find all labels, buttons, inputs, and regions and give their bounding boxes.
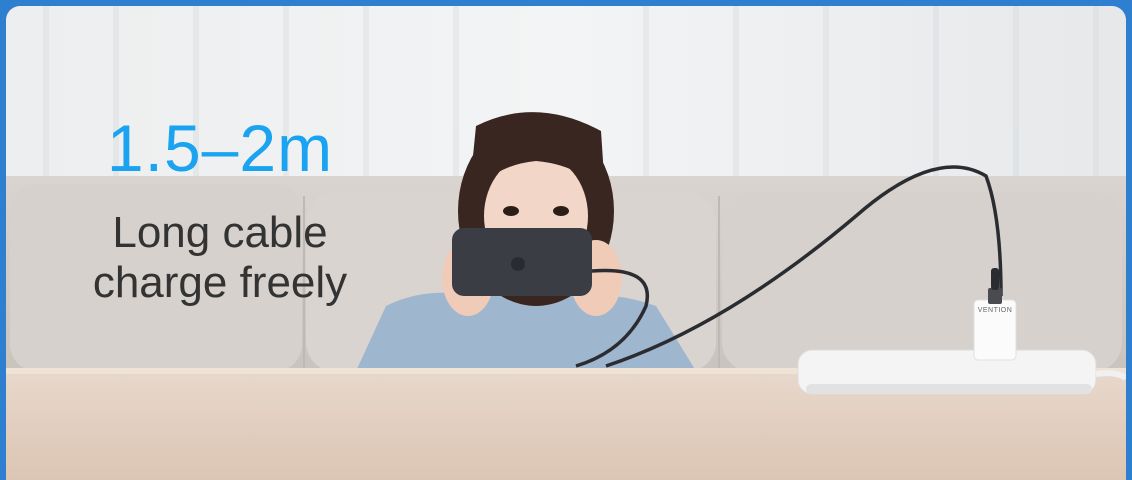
cable-length-headline: 1.5–2m [106, 111, 334, 185]
caption-line-2: charge freely [92, 258, 348, 307]
power-strip [797, 349, 1126, 395]
caption-line-1: Long cable [112, 208, 328, 257]
feature-caption: Long cable charge freely [20, 208, 420, 308]
charger-brand-label: VENTION [977, 307, 1013, 314]
banner-frame: 1.5–2m Long cable charge freely VENTION [0, 0, 1132, 480]
